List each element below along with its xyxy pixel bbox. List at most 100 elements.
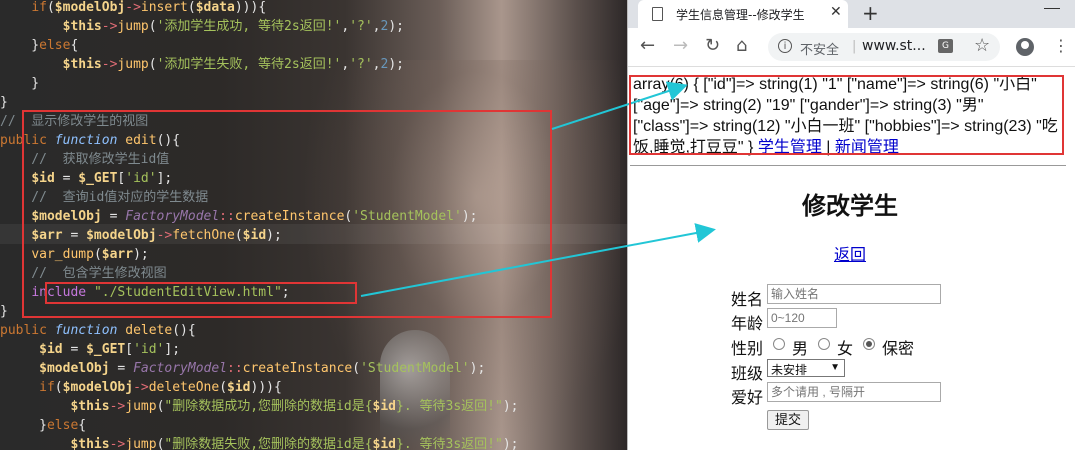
code-token: ); — [502, 399, 519, 414]
chevron-down-icon: ▼ — [830, 362, 840, 373]
submit-button[interactable]: 提交 — [767, 410, 809, 430]
code-token: $id — [372, 399, 397, 414]
code-token: ( — [148, 19, 157, 34]
code-token: ); — [469, 361, 486, 376]
code-token: else — [46, 418, 79, 433]
menu-dots-icon[interactable]: ⋮ — [1053, 36, 1069, 55]
browser-window: 学生信息管理--修改学生 ✕ + ← → ↻ ⌂ i 不安全 | www.st.… — [627, 0, 1075, 450]
code-token: ( — [148, 57, 157, 72]
code-token: $modelObj — [62, 380, 134, 395]
code-token: -> — [109, 437, 126, 450]
code-token: public — [0, 323, 55, 338]
translate-icon[interactable]: G — [938, 39, 953, 53]
browser-toolbar: ← → ↻ ⌂ i 不安全 | www.st... G ☆ ⋮ — [628, 28, 1075, 67]
code-line: $this->jump('添加学生成功, 等待2s返回!','?',2); — [0, 17, 404, 36]
form-row-class: 班级 未安排 ▼ — [731, 358, 951, 383]
nav-link-student[interactable]: 学生管理 — [758, 139, 822, 156]
form-row-hobby: 爱好 — [731, 382, 951, 407]
gender-secret-radio[interactable] — [863, 338, 875, 350]
code-line: }else{ — [0, 36, 78, 55]
tab-title: 学生信息管理--修改学生 — [676, 8, 805, 22]
code-token: -> — [125, 0, 141, 15]
code-token: function — [54, 323, 126, 338]
code-token: createInstance — [242, 361, 353, 376]
code-token: { — [70, 38, 79, 53]
nav-link-news[interactable]: 新闻管理 — [835, 139, 899, 156]
code-token: , — [372, 19, 381, 34]
code-token: ( — [352, 361, 361, 376]
code-line: } — [0, 93, 8, 112]
minimize-icon[interactable] — [1044, 0, 1060, 9]
code-token: ); — [388, 19, 404, 34]
code-token: delete — [125, 323, 173, 338]
form-row-name: 姓名 — [731, 284, 951, 309]
code-token: $modelObj — [39, 361, 110, 376]
microphone-image — [380, 330, 450, 450]
code-token: , — [341, 57, 350, 72]
back-link[interactable]: 返回 — [628, 241, 1072, 265]
code-line: $this->jump("删除数据成功,您删除的数据id是{$id}. 等待3s… — [0, 397, 518, 416]
code-token: 'StudentModel' — [360, 361, 470, 376]
code-line: }else{ — [0, 416, 86, 435]
code-editor[interactable]: if($modelObj->insert($data))){ $this->ju… — [0, 0, 627, 450]
code-token: $data — [195, 0, 235, 15]
code-token: = — [109, 361, 134, 376]
code-token: } — [0, 76, 40, 91]
code-token: -> — [109, 399, 126, 414]
back-arrow-icon[interactable]: ← — [640, 36, 655, 56]
code-token: ( — [219, 380, 228, 395]
gender-male-radio[interactable] — [773, 338, 785, 350]
code-token: } — [0, 304, 8, 319]
code-token: -> — [133, 380, 149, 395]
code-token: = — [62, 342, 87, 357]
info-icon[interactable]: i — [778, 39, 792, 53]
class-select[interactable]: 未安排 ▼ — [767, 359, 845, 377]
home-icon[interactable]: ⌂ — [736, 36, 747, 56]
tab-active[interactable]: 学生信息管理--修改学生 ✕ — [638, 0, 848, 28]
code-token: $id — [227, 380, 251, 395]
code-token: jump — [125, 437, 157, 450]
new-tab-icon[interactable]: + — [862, 1, 879, 25]
var-dump-output: array(6) { ["id"]=> string(1) "1" ["name… — [633, 74, 1058, 158]
code-line: $this->jump('添加学生失败, 等待2s返回!','?',2); — [0, 55, 404, 74]
close-tab-icon[interactable]: ✕ — [830, 4, 842, 20]
age-input[interactable] — [767, 308, 837, 328]
code-token: '添加学生失败, 等待2s返回!' — [156, 57, 342, 72]
code-token: if — [39, 380, 55, 395]
name-input[interactable] — [767, 284, 941, 304]
code-token: jump — [117, 19, 149, 34]
url-text[interactable]: www.st... — [862, 38, 926, 54]
hobby-input[interactable] — [767, 382, 941, 402]
code-token: '添加学生成功, 等待2s返回!' — [156, 19, 342, 34]
page-content: array(6) { ["id"]=> string(1) "1" ["name… — [628, 66, 1075, 450]
forward-arrow-icon[interactable]: → — [673, 36, 688, 56]
code-token: }. 等待3s返回!" — [396, 399, 503, 414]
code-token: :: — [227, 361, 243, 376]
code-token: '?' — [349, 19, 373, 34]
code-line: if($modelObj->deleteOne($id))){ — [0, 378, 282, 397]
gender-female-radio[interactable] — [818, 338, 830, 350]
class-label: 班级 — [731, 366, 764, 383]
reload-icon[interactable]: ↻ — [705, 36, 720, 56]
account-icon[interactable] — [1016, 38, 1034, 56]
code-token: $this — [62, 19, 102, 34]
nav-separator: | — [821, 139, 835, 156]
form-row-gender: 性别 男 女 保密 — [731, 333, 951, 358]
code-token: if — [31, 0, 47, 15]
code-token: jump — [117, 57, 149, 72]
code-token: $id — [39, 342, 63, 357]
code-token: insert — [140, 0, 188, 15]
gender-female-label: 女 — [837, 341, 854, 358]
include-line-highlight-box — [45, 282, 357, 304]
code-token: FactoryModel — [133, 361, 227, 376]
code-token: $modelObj — [54, 0, 126, 15]
address-bar[interactable]: i 不安全 | www.st... G ☆ — [768, 33, 1000, 61]
bookmark-star-icon[interactable]: ☆ — [974, 35, 990, 56]
code-line: public function delete(){ — [0, 321, 196, 340]
age-label: 年龄 — [731, 316, 764, 333]
